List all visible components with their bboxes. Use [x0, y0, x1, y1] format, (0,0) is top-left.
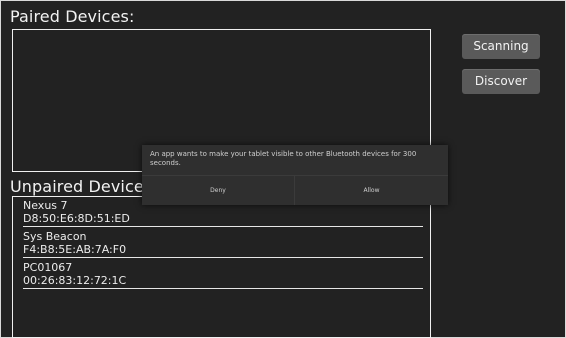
device-name: Sys Beacon: [23, 230, 87, 243]
device-address: 00:26:83:12:72:1C: [23, 274, 127, 287]
device-address: D8:50:E6:8D:51:ED: [23, 212, 130, 225]
scanning-button[interactable]: Scanning: [462, 34, 540, 59]
device-address: F4:B8:5E:AB:7A:F0: [23, 243, 127, 256]
device-list-item[interactable]: Sys Beacon F4:B8:5E:AB:7A:F0: [23, 230, 423, 258]
discover-button[interactable]: Discover: [462, 69, 540, 94]
item-divider: [23, 257, 423, 258]
item-divider: [23, 288, 423, 289]
unpaired-devices-list: Nexus 7 D8:50:E6:8D:51:ED Sys Beacon F4:…: [12, 196, 431, 338]
device-list-item[interactable]: PC01067 00:26:83:12:72:1C: [23, 261, 423, 289]
device-name: PC01067: [23, 261, 73, 274]
bluetooth-screen: Paired Devices: Unpaired Devices: Nexus …: [0, 0, 566, 338]
item-divider: [23, 226, 423, 227]
deny-button[interactable]: Deny: [142, 176, 294, 205]
paired-devices-heading: Paired Devices:: [10, 7, 135, 26]
unpaired-devices-heading: Unpaired Devices:: [10, 177, 158, 196]
dialog-message: An app wants to make your tablet visible…: [150, 150, 417, 167]
allow-button[interactable]: Allow: [295, 176, 448, 205]
visibility-request-dialog: An app wants to make your tablet visible…: [142, 145, 448, 205]
